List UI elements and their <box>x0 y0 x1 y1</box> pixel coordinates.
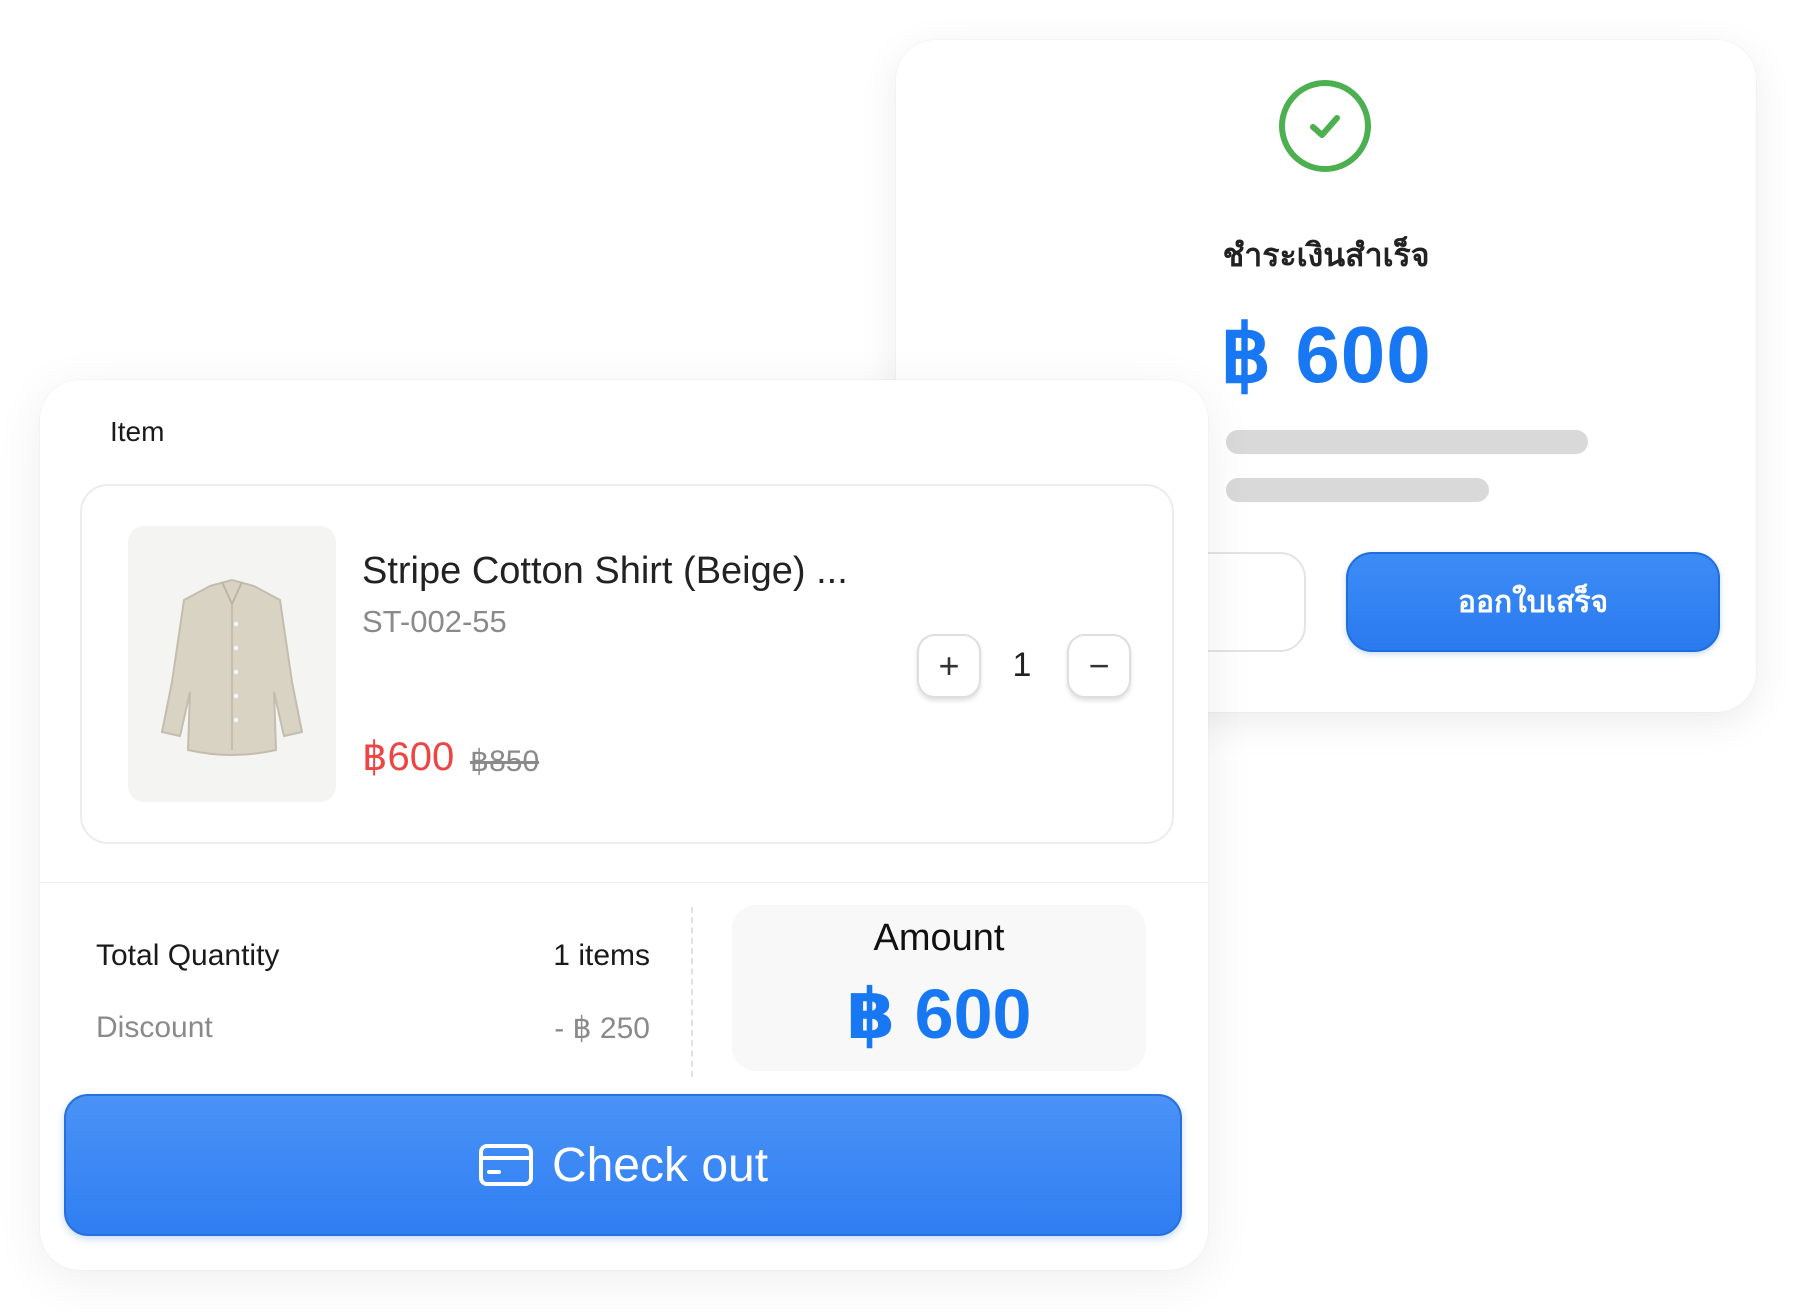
section-label: Item <box>110 416 165 447</box>
original-price: ฿850 <box>470 745 540 778</box>
product-sku: ST-002-55 <box>362 604 507 639</box>
sale-price: ฿600 <box>362 735 455 779</box>
amount-value: ฿ 600 <box>846 975 1032 1053</box>
total-quantity-label: Total Quantity <box>96 939 280 972</box>
skeleton-line <box>1226 478 1489 502</box>
shirt-icon <box>160 578 304 756</box>
cart-card: Item Stripe Cotton Shirt (Beige) ... ST-… <box>40 380 1208 1270</box>
issue-receipt-button[interactable]: ออกใบเสร็จ <box>1346 552 1720 652</box>
product-image <box>128 526 336 802</box>
order-summary: Total Quantity 1 items Discount - ฿ 250 … <box>40 882 1208 1112</box>
checkout-label: Check out <box>551 1138 769 1192</box>
discount-value: - ฿ 250 <box>554 1012 650 1045</box>
product-name: Stripe Cotton Shirt (Beige) ... <box>362 550 848 592</box>
decrease-quantity-button[interactable]: − <box>1067 634 1131 698</box>
credit-card-icon <box>478 1144 533 1186</box>
divider <box>691 907 693 1077</box>
increase-quantity-button[interactable]: + <box>917 634 981 698</box>
quantity-value: 1 <box>1012 646 1032 684</box>
cart-item: Stripe Cotton Shirt (Beige) ... ST-002-5… <box>80 484 1174 844</box>
amount-label: Amount <box>873 917 1005 959</box>
minus-icon: − <box>1088 645 1110 686</box>
total-quantity-value: 1 items <box>553 939 650 972</box>
amount-box: Amount ฿ 600 <box>732 905 1146 1071</box>
check-circle-icon <box>1279 80 1371 172</box>
checkout-button[interactable]: Check out <box>64 1094 1182 1236</box>
discount-label: Discount <box>96 1011 213 1044</box>
plus-icon: + <box>938 645 960 686</box>
success-title: ชำระเงินสำเร็จ <box>1222 236 1430 274</box>
skeleton-line <box>1226 430 1588 454</box>
